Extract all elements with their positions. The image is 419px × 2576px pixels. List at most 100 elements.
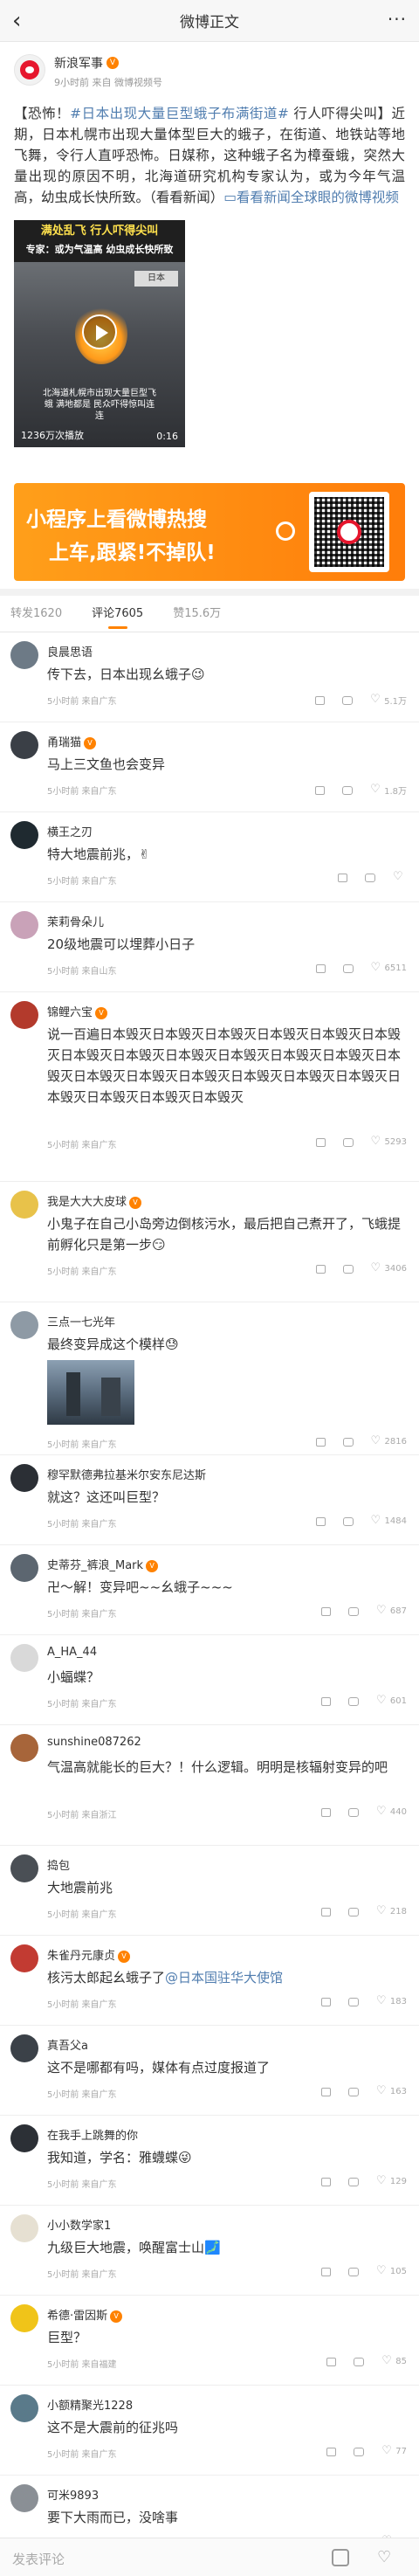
share-icon[interactable]	[315, 1137, 326, 1147]
reply-icon[interactable]	[347, 2177, 359, 2186]
commenter-avatar[interactable]	[10, 1944, 38, 1972]
reply-icon[interactable]	[342, 1264, 354, 1274]
share-icon[interactable]	[320, 1696, 331, 1706]
share-icon[interactable]	[315, 785, 326, 795]
hashtag-link[interactable]: #日本出现大量巨型蛾子布满街道#	[70, 106, 289, 121]
video-source-link[interactable]: ▭看看新闻全球眼的微博视频	[223, 190, 399, 205]
commenter-avatar[interactable]	[10, 2034, 38, 2062]
commenter-name[interactable]: 甬瑞猫 V	[47, 733, 97, 749]
like-icon[interactable]	[376, 2264, 387, 2277]
repost-icon[interactable]	[332, 2549, 349, 2566]
back-icon[interactable]: ‹	[12, 9, 37, 33]
like-icon[interactable]	[376, 1904, 387, 1917]
commenter-name[interactable]: 横王之刃	[47, 823, 93, 839]
commenter-name[interactable]: 捣包	[47, 1856, 70, 1873]
comment-input[interactable]: 发表评论	[12, 2550, 65, 2568]
commenter-avatar[interactable]	[10, 1734, 38, 1762]
share-icon[interactable]	[315, 1264, 326, 1274]
share-icon[interactable]	[320, 1907, 331, 1916]
commenter-avatar[interactable]	[10, 2394, 38, 2422]
commenter-name[interactable]: 良晨思语	[47, 643, 93, 660]
reply-icon[interactable]	[342, 963, 354, 973]
reply-icon[interactable]	[347, 1907, 359, 1916]
commenter-avatar[interactable]	[10, 2484, 38, 2512]
author-avatar[interactable]	[14, 54, 45, 86]
like-icon[interactable]	[371, 961, 381, 974]
commenter-name[interactable]: 希德·雷因斯 V	[47, 2306, 123, 2323]
video-thumbnail[interactable]: 满处乱飞 行人吓得尖叫 专家：或为气温高 幼虫成长快所致 日本 北海道札幌市出现…	[14, 220, 185, 447]
share-icon[interactable]	[315, 695, 326, 705]
share-icon[interactable]	[326, 2357, 337, 2366]
reply-icon[interactable]	[342, 1516, 354, 1526]
commenter-avatar[interactable]	[10, 821, 38, 849]
reply-icon[interactable]	[347, 1807, 359, 1817]
reply-icon[interactable]	[342, 695, 354, 705]
share-icon[interactable]	[315, 1516, 326, 1526]
commenter-avatar[interactable]	[10, 731, 38, 759]
tab-comments[interactable]: 评论7605	[92, 596, 143, 632]
share-icon[interactable]	[320, 2087, 331, 2096]
commenter-avatar[interactable]	[10, 641, 38, 669]
commenter-name[interactable]: 真吾父a	[47, 2036, 88, 2053]
commenter-name[interactable]: 小额精聚光1228	[47, 2396, 133, 2413]
share-icon[interactable]	[326, 2447, 337, 2456]
share-icon[interactable]	[320, 1606, 331, 1616]
like-icon[interactable]	[381, 2444, 392, 2457]
mini-program-banner[interactable]: 小程序上看微博热搜 上车,跟紧!不掉队!	[14, 483, 405, 581]
share-icon[interactable]	[320, 1997, 331, 2006]
commenter-avatar[interactable]	[10, 2304, 38, 2332]
share-icon[interactable]	[320, 2177, 331, 2186]
share-icon[interactable]	[320, 1807, 331, 1817]
commenter-avatar[interactable]	[10, 911, 38, 939]
mention-link[interactable]: @日本国驻华大使馆	[165, 1970, 283, 1986]
like-icon[interactable]	[376, 2084, 387, 2097]
reply-icon[interactable]	[347, 1606, 359, 1616]
commenter-avatar[interactable]	[10, 1001, 38, 1029]
commenter-name[interactable]: 在我手上跳舞的你	[47, 2126, 138, 2143]
commenter-avatar[interactable]	[10, 1644, 38, 1672]
commenter-avatar[interactable]	[10, 1464, 38, 1492]
reply-icon[interactable]	[342, 785, 354, 795]
play-icon[interactable]	[82, 314, 117, 349]
commenter-name[interactable]: 可米9893	[47, 2486, 99, 2503]
tab-likes[interactable]: 赞15.6万	[173, 596, 221, 632]
like-icon[interactable]: ♡	[377, 2549, 395, 2566]
commenter-name[interactable]: sunshine087262	[47, 1736, 141, 1749]
reply-icon[interactable]	[342, 1137, 354, 1147]
like-icon[interactable]	[376, 1694, 387, 1707]
author-name[interactable]: 新浪军事	[54, 54, 103, 72]
commenter-name[interactable]: 我是大大大皮球 V	[47, 1192, 142, 1209]
commenter-avatar[interactable]	[10, 1311, 38, 1339]
commenter-name[interactable]: 小小数学家1	[47, 2216, 111, 2233]
commenter-avatar[interactable]	[10, 1854, 38, 1882]
like-icon[interactable]	[371, 1135, 381, 1148]
like-icon[interactable]	[371, 1514, 381, 1527]
share-icon[interactable]	[338, 874, 347, 882]
commenter-avatar[interactable]	[10, 1554, 38, 1582]
commenter-name[interactable]: A_HA_44	[47, 1646, 97, 1659]
reply-icon[interactable]	[354, 2357, 365, 2366]
share-icon[interactable]	[315, 963, 326, 973]
share-icon[interactable]	[315, 1437, 326, 1447]
like-icon[interactable]	[371, 1261, 381, 1274]
comment-image[interactable]	[47, 1360, 134, 1425]
commenter-name[interactable]: 朱雀丹元康贞 V	[47, 1946, 131, 1963]
like-icon[interactable]	[370, 783, 381, 796]
reply-icon[interactable]	[347, 1997, 359, 2006]
reply-icon[interactable]	[342, 1437, 354, 1447]
share-icon[interactable]	[320, 2267, 331, 2276]
like-icon[interactable]	[393, 870, 403, 883]
like-icon[interactable]	[376, 2174, 387, 2187]
like-icon[interactable]	[376, 1604, 387, 1617]
like-icon[interactable]	[376, 1994, 387, 2007]
reply-icon[interactable]	[365, 874, 375, 882]
commenter-avatar[interactable]	[10, 2124, 38, 2152]
like-icon[interactable]	[381, 2354, 392, 2367]
like-icon[interactable]	[376, 1805, 387, 1818]
more-icon[interactable]: ···	[388, 9, 407, 30]
commenter-name[interactable]: 穆罕默德弗拉基米尔安东尼达斯	[47, 1466, 206, 1482]
commenter-name[interactable]: 史蒂芬_裤浪_Mark V	[47, 1556, 159, 1572]
reply-icon[interactable]	[347, 1696, 359, 1706]
reply-icon[interactable]	[354, 2447, 365, 2456]
commenter-avatar[interactable]	[10, 2214, 38, 2242]
